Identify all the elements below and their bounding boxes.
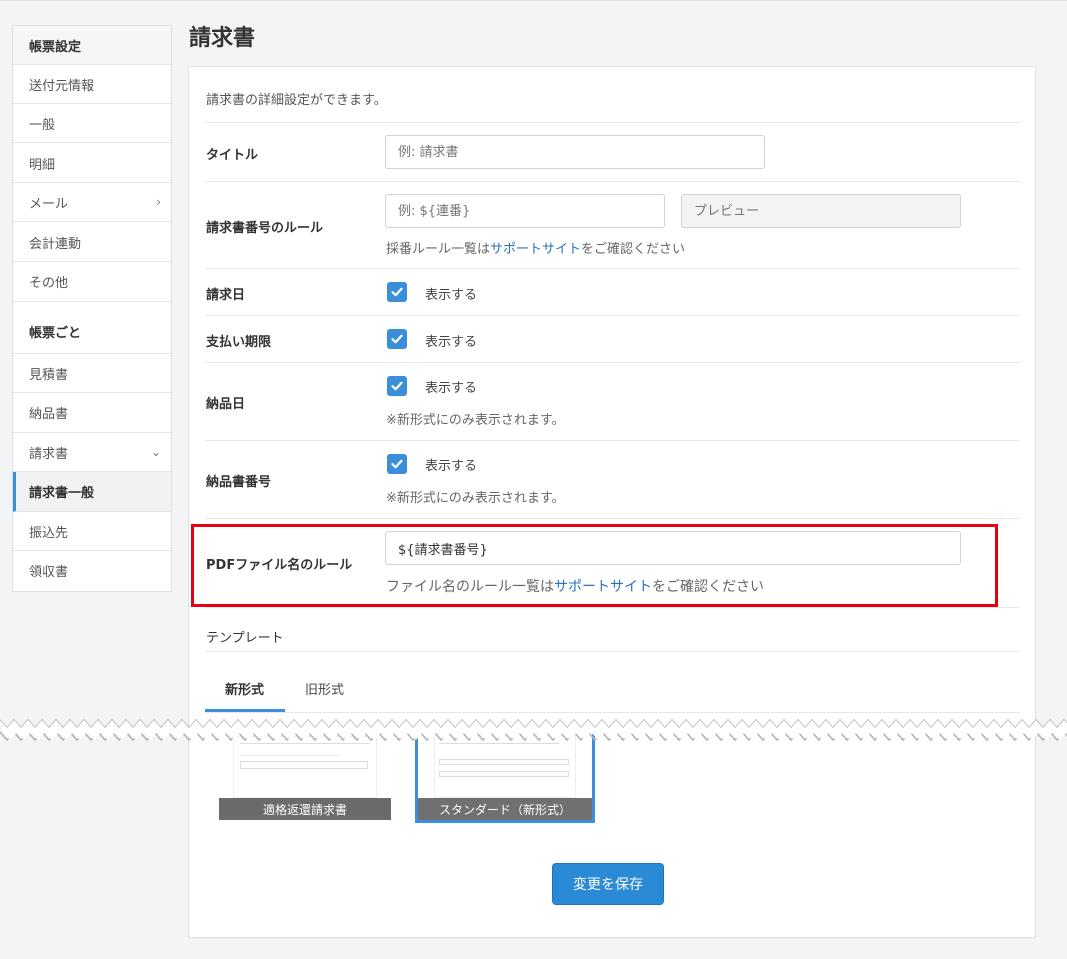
template-caption: 適格返還請求書 bbox=[219, 798, 391, 820]
delivery-date-note: ※新形式にのみ表示されます。 bbox=[386, 413, 565, 428]
divider bbox=[205, 315, 1020, 316]
delivery-date-checkbox[interactable] bbox=[387, 376, 407, 396]
sidebar-item-details[interactable]: 明細 bbox=[13, 144, 171, 183]
help-text: をご確認ください bbox=[652, 579, 764, 595]
sidebar-item-label: 会計連動 bbox=[29, 236, 82, 252]
due-date-checkbox[interactable] bbox=[387, 329, 407, 349]
tab-old-format[interactable]: 旧形式 bbox=[305, 679, 344, 698]
pdf-name-input[interactable] bbox=[385, 531, 961, 565]
sidebar-item-label: 帳票ごと bbox=[29, 326, 82, 341]
sidebar-item-other[interactable]: その他 bbox=[13, 262, 171, 302]
sidebar-item-label: 納品書 bbox=[29, 407, 69, 422]
sidebar-item-general[interactable]: 一般 bbox=[13, 104, 171, 143]
divider bbox=[205, 440, 1020, 441]
sidebar-item-label: 見積書 bbox=[29, 367, 69, 383]
invoice-date-checkbox[interactable] bbox=[387, 282, 407, 302]
tab-new-format[interactable]: 新形式 bbox=[225, 679, 264, 698]
sidebar-item-accounting[interactable]: 会計連動 bbox=[13, 223, 171, 262]
save-button[interactable]: 変更を保存 bbox=[552, 863, 664, 905]
sidebar-item-label: 請求書 bbox=[29, 446, 69, 462]
pdf-name-label: PDFファイル名のルール bbox=[206, 558, 353, 573]
delivery-date-label: 納品日 bbox=[206, 397, 246, 412]
sidebar-item-label: その他 bbox=[29, 276, 69, 291]
sidebar-item-label: 振込先 bbox=[29, 525, 69, 541]
sidebar-item-label: 領収書 bbox=[29, 565, 69, 580]
sidebar-item-receipt[interactable]: 領収書 bbox=[13, 551, 171, 590]
sidebar-item-mail[interactable]: メール › bbox=[13, 183, 171, 222]
chevron-down-icon: ⌄ bbox=[150, 445, 161, 459]
sidebar-item-bank-account[interactable]: 振込先 bbox=[13, 512, 171, 551]
page-title: 請求書 bbox=[189, 26, 256, 51]
divider bbox=[205, 651, 1020, 652]
sidebar-item-label: 一般 bbox=[29, 117, 56, 133]
divider bbox=[205, 122, 1020, 123]
template-thumbnail-standard[interactable]: スタンダード（新形式） bbox=[415, 734, 595, 823]
delivery-number-note: ※新形式にのみ表示されます。 bbox=[386, 491, 565, 506]
title-label: タイトル bbox=[206, 148, 259, 163]
delivery-number-label: 納品書番号 bbox=[206, 475, 272, 490]
check-icon bbox=[391, 459, 403, 469]
sidebar-section-per-form: 帳票ごと bbox=[13, 302, 171, 354]
template-caption: スタンダード（新形式） bbox=[418, 798, 592, 820]
settings-sidebar: 帳票設定 送付元情報 一般 明細 メール › 会計連動 その他 帳票ごと 見積書 … bbox=[12, 25, 172, 592]
invoice-date-label: 請求日 bbox=[206, 288, 246, 303]
delivery-date-show-label: 表示する bbox=[425, 381, 478, 396]
pdf-name-help: ファイル名のルール一覧はサポートサイトをご確認ください bbox=[386, 576, 764, 596]
divider bbox=[205, 607, 1020, 608]
sidebar-item-label: 明細 bbox=[29, 157, 56, 173]
sidebar-item-label: 請求書一般 bbox=[29, 486, 95, 501]
number-rule-input[interactable] bbox=[385, 194, 665, 228]
sidebar-heading-form-settings: 帳票設定 bbox=[13, 26, 171, 65]
divider bbox=[205, 268, 1020, 269]
help-text: 採番ルール一覧は bbox=[386, 242, 491, 257]
sidebar-item-label: 帳票設定 bbox=[29, 39, 82, 55]
support-site-link[interactable]: サポートサイト bbox=[554, 579, 652, 595]
divider bbox=[205, 362, 1020, 363]
sidebar-item-sender-info[interactable]: 送付元情報 bbox=[13, 65, 171, 104]
sidebar-item-invoice-general[interactable]: 請求書一般 bbox=[13, 472, 171, 512]
number-preview-field bbox=[681, 194, 961, 228]
delivery-number-checkbox[interactable] bbox=[387, 454, 407, 474]
chevron-right-icon: › bbox=[156, 195, 161, 209]
page-description: 請求書の詳細設定ができます。 bbox=[206, 93, 387, 108]
divider bbox=[205, 518, 1020, 519]
sidebar-item-quotation[interactable]: 見積書 bbox=[13, 354, 171, 393]
sidebar-item-invoice[interactable]: 請求書 ⌄ bbox=[13, 433, 171, 472]
check-icon bbox=[391, 381, 403, 391]
invoice-date-show-label: 表示する bbox=[425, 288, 478, 303]
sidebar-item-label: メール bbox=[29, 196, 69, 212]
check-icon bbox=[391, 287, 403, 297]
support-site-link[interactable]: サポートサイト bbox=[490, 242, 581, 257]
title-input[interactable] bbox=[385, 135, 765, 169]
due-date-label: 支払い期限 bbox=[206, 335, 272, 350]
sidebar-item-delivery-note[interactable]: 納品書 bbox=[13, 393, 171, 433]
divider bbox=[205, 181, 1020, 182]
number-rule-label: 請求書番号のルール bbox=[206, 221, 324, 236]
template-section-title: テンプレート bbox=[206, 631, 284, 646]
delivery-number-show-label: 表示する bbox=[425, 459, 478, 474]
top-divider bbox=[0, 0, 1067, 1]
check-icon bbox=[391, 334, 403, 344]
screenshot-break-separator bbox=[0, 718, 1067, 742]
due-date-show-label: 表示する bbox=[425, 335, 478, 350]
template-thumbnail-qualified-return[interactable]: 適格返還請求書 bbox=[219, 736, 391, 820]
help-text: をご確認ください bbox=[581, 242, 686, 257]
help-text: ファイル名のルール一覧は bbox=[386, 579, 554, 595]
number-rule-help: 採番ルール一覧はサポートサイトをご確認ください bbox=[386, 238, 685, 257]
sidebar-item-label: 送付元情報 bbox=[29, 78, 95, 94]
